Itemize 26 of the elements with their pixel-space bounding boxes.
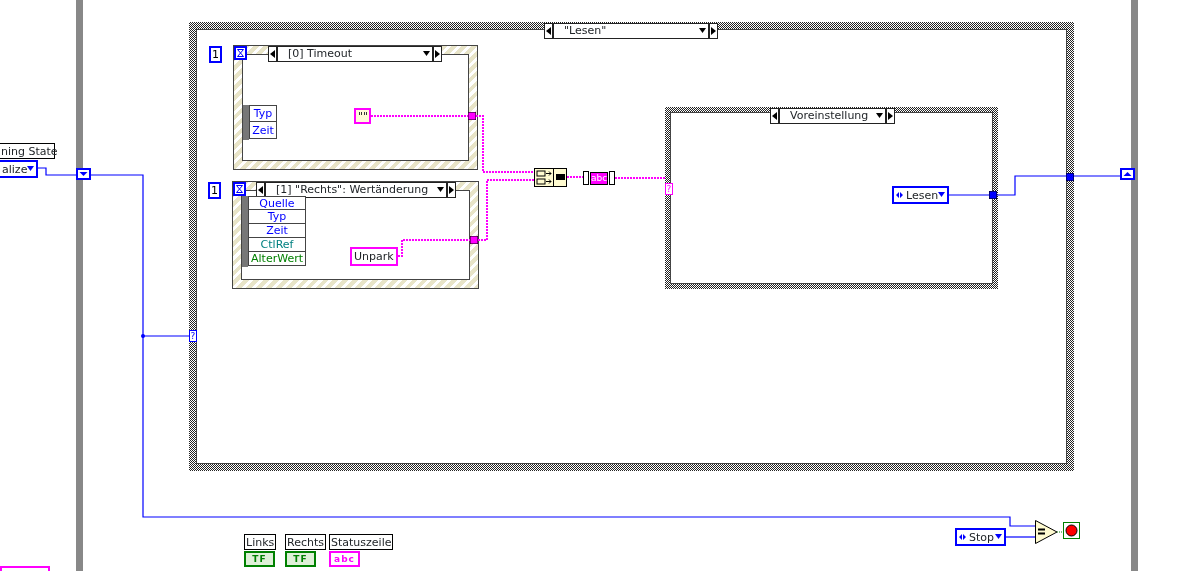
enum-constant[interactable]: Stop [955,528,1006,546]
data-node-item: Typ [249,105,277,122]
timeout-constant: 1 [208,182,221,199]
data-node-item: Zeit [249,122,277,139]
terminal-label: Rechts [285,534,326,550]
terminal[interactable]: TF [244,551,275,567]
case-selector[interactable]: [1] "Rechts": Wertänderung [265,182,447,198]
string-array-constant: abc [590,172,608,185]
terminal-label: Links [244,534,277,550]
data-node-item: Zeit [248,224,306,238]
string-constant: "" [354,108,371,124]
case-selector[interactable]: [0] Timeout [277,46,433,62]
data-node-item: AlterWert [248,252,306,266]
terminal-label: Statuszeile [329,534,394,550]
case-selector[interactable]: "Lesen" [553,23,709,39]
selector-terminal: ? [189,330,197,342]
data-node-item: Quelle [248,196,306,210]
timeout-constant: 1 [209,46,222,63]
terminal[interactable]: TF [285,551,316,567]
enum-constant[interactable]: Lesen [892,186,949,204]
data-node-item: CtlRef [248,238,306,252]
case-selector[interactable]: Voreinstellung [779,108,886,124]
data-node-item: Typ [248,210,306,224]
enum-constant[interactable]: alize [0,160,38,178]
selector-terminal: ? [665,183,673,195]
string-constant: Unpark [350,247,398,266]
